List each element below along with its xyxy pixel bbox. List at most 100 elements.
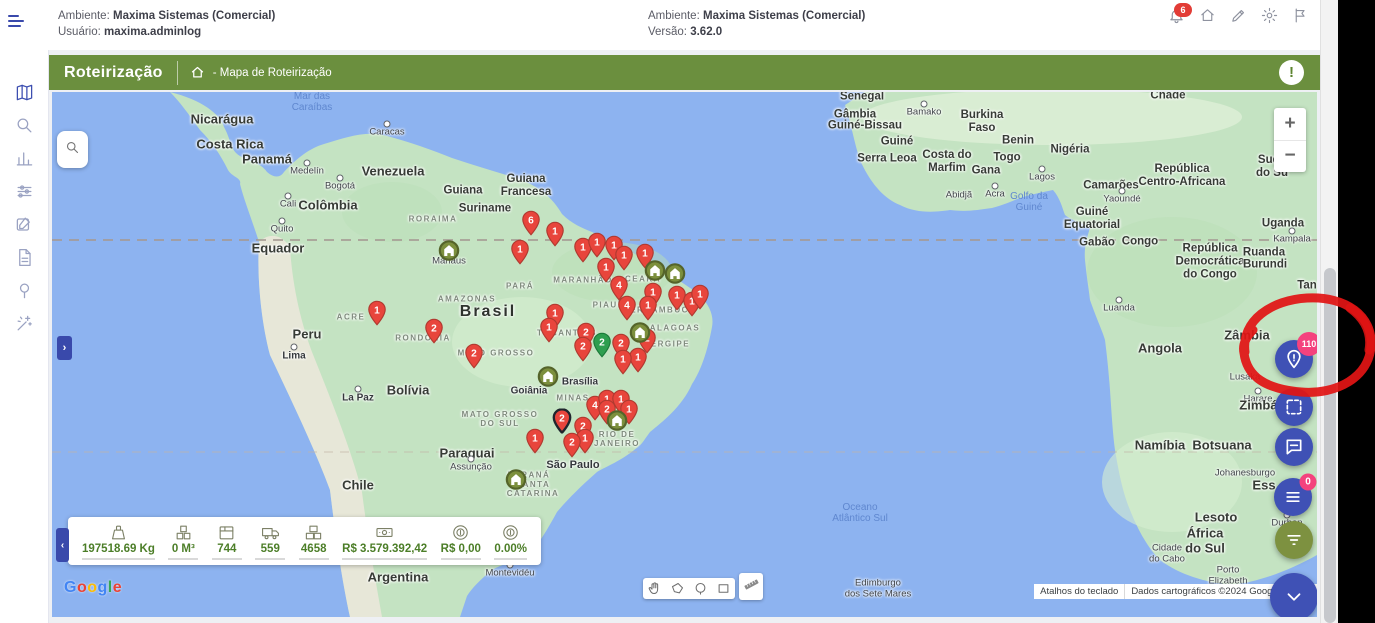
rectangle-tool-icon[interactable] <box>716 581 731 596</box>
measure-tool-button[interactable] <box>739 573 763 600</box>
map-label: Congo <box>1122 236 1158 249</box>
flag-icon[interactable] <box>1292 7 1310 25</box>
svg-text:1: 1 <box>697 289 703 300</box>
sidebar-item-edit[interactable] <box>0 210 49 243</box>
depot-marker[interactable] <box>664 263 686 290</box>
sidebar-item-map[interactable] <box>0 78 49 111</box>
selection-fab-button[interactable] <box>1275 388 1313 426</box>
svg-text:1: 1 <box>552 226 558 237</box>
sidebar-item-sliders[interactable] <box>0 177 49 210</box>
hand-tool-icon[interactable] <box>647 581 662 596</box>
zoom-control: + − <box>1274 108 1306 172</box>
chevron-fab-button[interactable] <box>1270 573 1317 617</box>
hamburger-menu-icon[interactable] <box>8 15 24 29</box>
map-search-button[interactable] <box>57 131 88 168</box>
cluster-pin-1[interactable]: 1 <box>546 222 565 252</box>
svg-text:6: 6 <box>528 215 534 226</box>
map-label: Equador <box>252 242 305 257</box>
svg-text:1: 1 <box>642 248 648 259</box>
sidebar-item-file[interactable] <box>0 243 49 276</box>
svg-text:1: 1 <box>635 352 641 363</box>
stat-underline <box>255 558 285 560</box>
map-label: Serra Leoa <box>857 153 916 166</box>
cluster-pin-1[interactable]: 1 <box>691 285 710 315</box>
sidebar-item-search[interactable] <box>0 111 49 144</box>
map-label: Brasil <box>460 303 516 321</box>
chat-fab-button[interactable] <box>1275 428 1313 466</box>
stats-collapse-button[interactable]: ‹ <box>56 528 69 562</box>
depot-marker[interactable] <box>644 260 666 287</box>
map-label: Caracas <box>369 128 404 139</box>
sidebar-item-wand[interactable] <box>0 309 49 342</box>
cluster-pin-1[interactable]: 1 <box>614 350 633 380</box>
cluster-pin-1[interactable]: 1 <box>615 246 634 276</box>
map-label: Mar das Caraíbas <box>292 92 333 113</box>
svg-text:1: 1 <box>374 305 380 316</box>
ambiente-label: Ambiente: <box>58 10 110 22</box>
depot-marker[interactable] <box>505 469 527 496</box>
depot-marker[interactable] <box>629 322 651 349</box>
map-label: Lesoto <box>1195 511 1238 526</box>
svg-text:1: 1 <box>620 354 626 365</box>
map-label: Golfo da Guiné <box>1010 191 1048 213</box>
cluster-pin-2[interactable]: 2 <box>593 333 612 363</box>
filter-fab-button[interactable] <box>1275 521 1313 559</box>
stat-banknote-5: R$ 3.579.392,42 <box>342 523 427 560</box>
map-label: Medelín <box>290 167 324 178</box>
map-label: Guiana Francesa <box>501 173 552 199</box>
zoom-in-button[interactable]: + <box>1274 108 1306 141</box>
city-dot <box>1289 228 1296 235</box>
stat-value: 4658 <box>301 543 327 555</box>
stat-truck-3: 559 <box>255 523 285 560</box>
map-label: Montevidéu <box>485 569 534 580</box>
map-label: Argentina <box>368 571 429 586</box>
gear-icon[interactable] <box>1261 7 1279 25</box>
cluster-pin-2[interactable]: 2 <box>563 433 582 463</box>
stat-underline <box>212 558 242 560</box>
city-dot <box>1119 188 1126 195</box>
cluster-pin-2[interactable]: 2 <box>425 319 444 349</box>
stat-boxes-4: 4658 <box>299 523 329 560</box>
map-label: Bogotá <box>325 182 355 193</box>
cluster-pin-1[interactable]: 1 <box>526 429 545 459</box>
sidebar-item-chart[interactable] <box>0 144 49 177</box>
zoom-out-button[interactable]: − <box>1274 141 1306 173</box>
depot-marker[interactable] <box>537 366 559 393</box>
alert-exclamation: ! <box>1289 64 1294 81</box>
cluster-pin-1[interactable]: 1 <box>511 240 530 270</box>
depot-marker[interactable] <box>438 240 460 267</box>
map-label: República Centro-Africana <box>1139 163 1226 189</box>
bell-icon[interactable]: 6 <box>1168 7 1186 25</box>
stat-value: 197518.69 Kg <box>82 543 155 555</box>
cluster-pin-1[interactable]: 1 <box>368 301 387 331</box>
google-logo[interactable]: Google <box>64 579 122 597</box>
map-label: Ruanda <box>1243 247 1285 260</box>
open-side-panel-button[interactable]: › <box>57 336 72 360</box>
city-dot <box>337 175 344 182</box>
cluster-pin-2[interactable]: 2 <box>465 344 484 374</box>
map-label: Tan <box>1297 280 1317 293</box>
home-breadcrumb-icon[interactable] <box>190 65 205 80</box>
cluster-pin-2[interactable]: 2 <box>574 337 593 367</box>
keyboard-shortcuts-link[interactable]: Atalhos do teclado <box>1034 584 1125 599</box>
polygon-tool-icon[interactable] <box>670 581 685 596</box>
versao-value: 3.62.0 <box>690 26 722 38</box>
stat-coin-6: R$ 0,00 <box>441 523 481 560</box>
map-label: Burkina Faso <box>961 109 1004 135</box>
city-dot <box>1116 297 1123 304</box>
cluster-pin-6[interactable]: 6 <box>522 211 541 241</box>
scrollbar-thumb[interactable] <box>1324 268 1336 623</box>
city-dot <box>279 218 286 225</box>
home-icon[interactable] <box>1199 7 1217 25</box>
coin-icon <box>501 523 520 542</box>
pin-icon <box>15 281 34 305</box>
alert-button[interactable]: ! <box>1279 60 1304 85</box>
cluster-pin-1[interactable]: 1 <box>540 318 559 348</box>
pencil-icon[interactable] <box>1230 7 1248 25</box>
depot-marker[interactable] <box>606 410 628 437</box>
map-canvas[interactable]: Mar das CaraíbasGolfo da GuinéOceano Atl… <box>52 92 1317 617</box>
circle-tool-icon[interactable] <box>693 581 708 596</box>
map-label: Guiné Equatorial <box>1064 206 1120 232</box>
stat-underline <box>299 558 329 560</box>
sidebar-item-pin[interactable] <box>0 276 49 309</box>
